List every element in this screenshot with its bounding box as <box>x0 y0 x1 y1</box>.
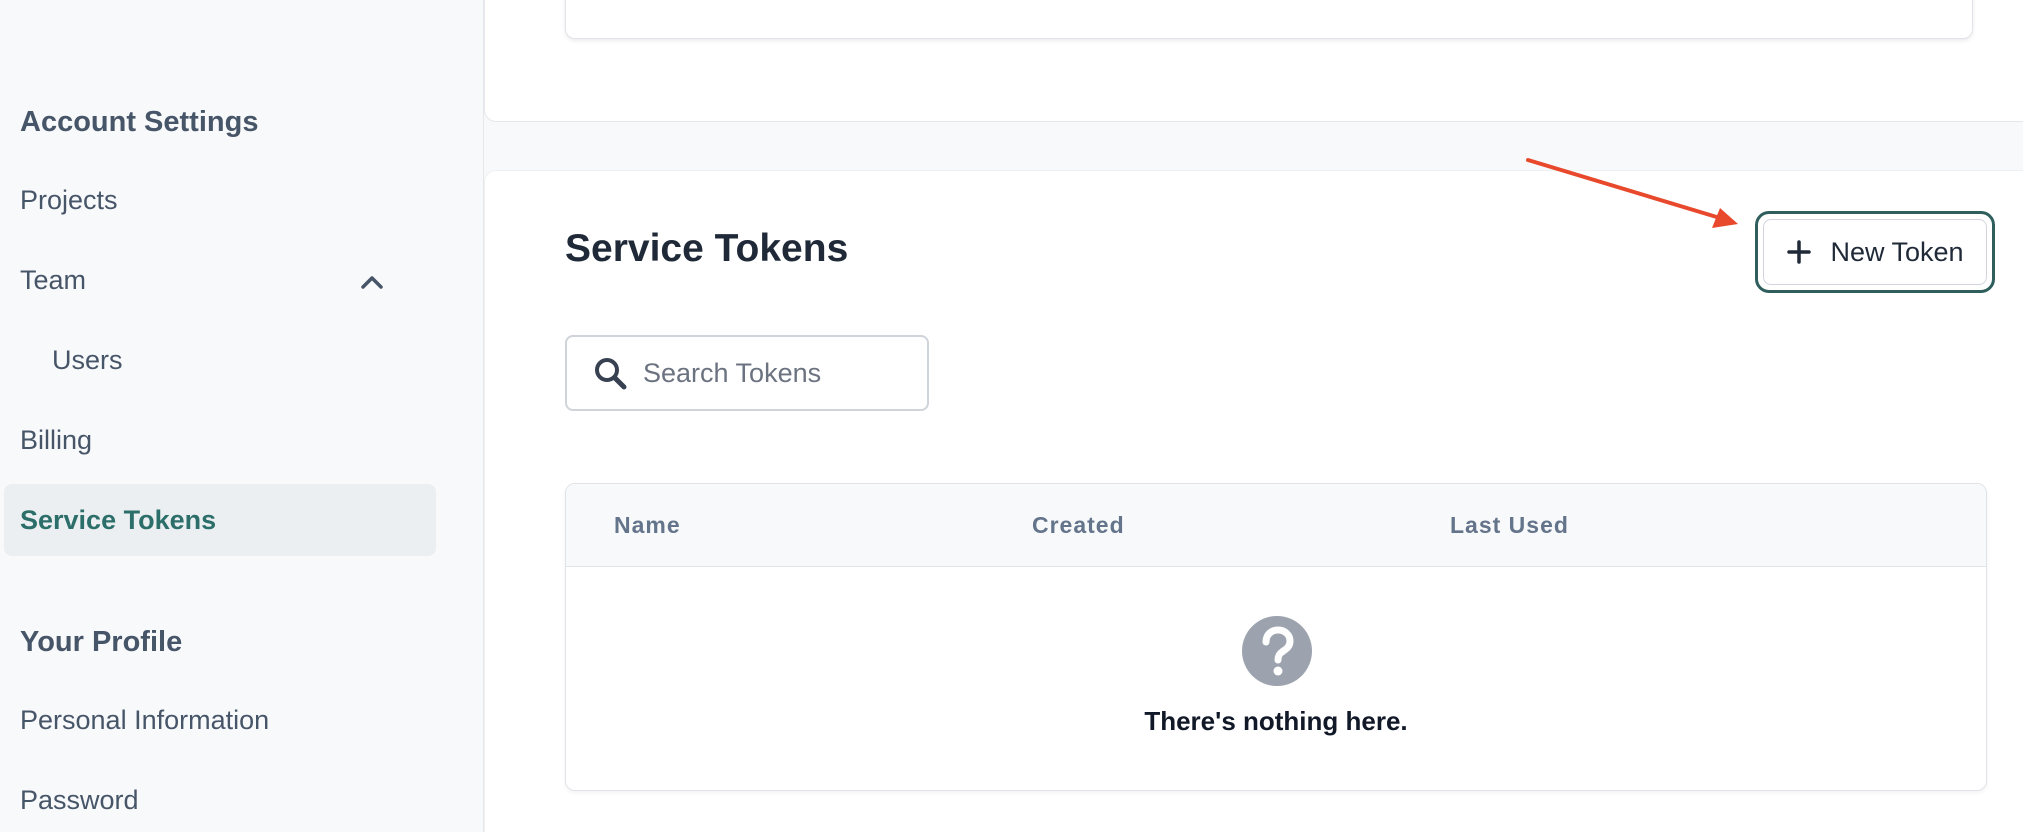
search-icon <box>595 358 627 390</box>
sidebar-item-personal-information[interactable]: Personal Information <box>4 684 436 756</box>
chevron-up-icon[interactable] <box>360 270 384 294</box>
search-tokens-field[interactable] <box>565 335 929 411</box>
tokens-table: Name Created Last Used There's nothing h… <box>565 483 1987 791</box>
annotation-arrow-icon <box>1526 158 1738 228</box>
table-header: Name Created Last Used <box>566 484 1986 567</box>
sidebar-item-label: Users <box>52 344 123 375</box>
page-title: Service Tokens <box>565 227 849 270</box>
sidebar-item-projects[interactable]: Projects <box>4 164 436 236</box>
sidebar-item-label: Password <box>20 784 139 815</box>
plus-icon <box>1787 240 1812 264</box>
search-input[interactable] <box>641 356 895 390</box>
column-header-last-used[interactable]: Last Used <box>1450 512 1569 539</box>
sidebar-item-password[interactable]: Password <box>4 764 436 832</box>
new-token-label: New Token <box>1830 236 1964 267</box>
column-header-created[interactable]: Created <box>1032 512 1125 539</box>
previous-section-card <box>484 0 2023 122</box>
your-profile-title: Your Profile <box>20 626 183 658</box>
column-header-name[interactable]: Name <box>614 512 681 539</box>
previous-section-inner-panel <box>565 0 1973 39</box>
settings-sidebar: Account Settings Projects Team Users Bil… <box>0 0 484 832</box>
sidebar-item-billing[interactable]: Billing <box>4 404 436 476</box>
question-circle-icon <box>1242 616 1312 686</box>
sidebar-item-label: Personal Information <box>20 704 270 735</box>
sidebar-item-service-tokens[interactable]: Service Tokens <box>4 484 436 556</box>
app-root: Account Settings Projects Team Users Bil… <box>0 0 2023 832</box>
new-token-button[interactable]: New Token <box>1763 219 1987 285</box>
sidebar-item-label: Service Tokens <box>20 504 217 535</box>
sidebar-item-team[interactable]: Team <box>4 244 436 316</box>
sidebar-item-label: Billing <box>20 424 93 455</box>
sidebar-item-users[interactable]: Users <box>4 324 436 396</box>
empty-state-text: There's nothing here. <box>1144 706 1408 736</box>
service-tokens-card: Service Tokens New Token Name Created La… <box>484 170 2023 832</box>
sidebar-item-label: Projects <box>20 184 118 215</box>
account-settings-title: Account Settings <box>20 106 259 138</box>
sidebar-item-label: Team <box>20 264 87 295</box>
